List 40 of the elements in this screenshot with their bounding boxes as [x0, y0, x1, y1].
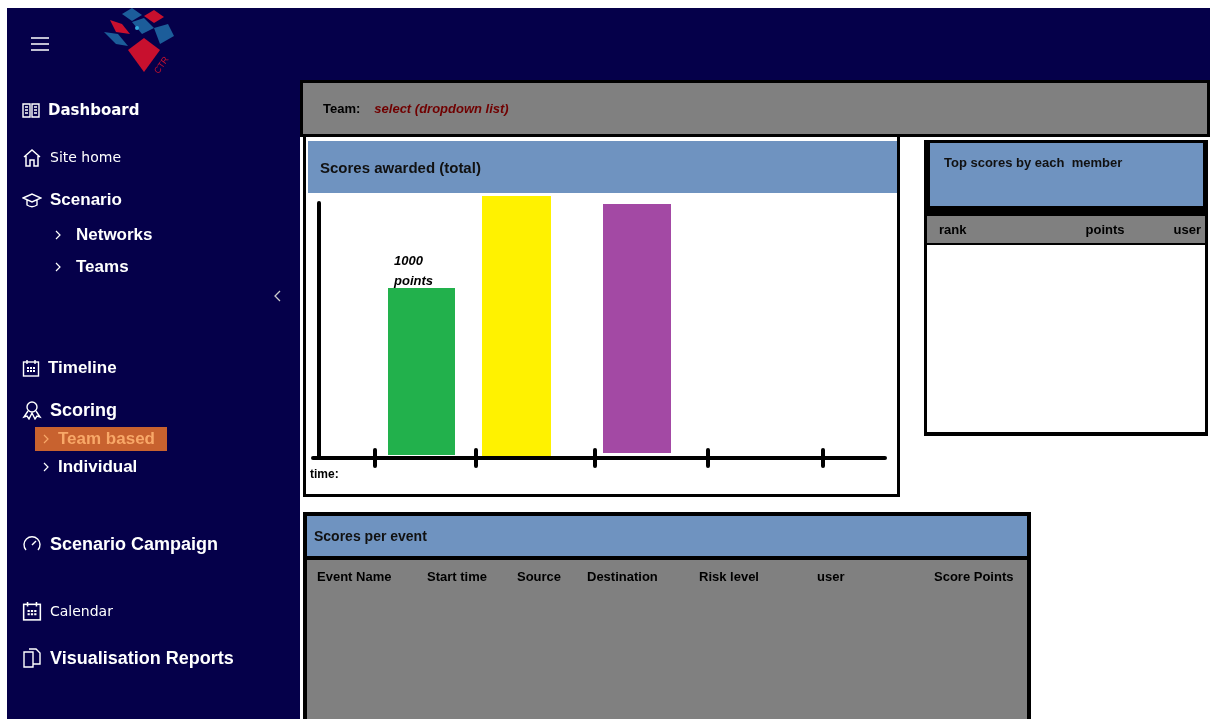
sidebar-item[interactable]: Scenario Campaign: [7, 530, 300, 558]
sidebar-item[interactable]: Calendar: [7, 597, 300, 625]
graduation-cap-icon: [22, 192, 42, 208]
column-header: user: [817, 569, 845, 584]
panel-title: Scores per event: [307, 516, 1027, 560]
sidebar-subitem[interactable]: Networks: [55, 223, 153, 247]
panel-title: Top scores by each member: [930, 143, 1203, 206]
collapse-icon[interactable]: [274, 290, 282, 302]
sidebar-subitem[interactable]: Individual: [35, 455, 150, 479]
bar-label: 1000 points: [394, 252, 434, 290]
award-icon: [22, 400, 42, 420]
chevron-right-icon: [43, 434, 50, 444]
document-icon: [22, 648, 42, 668]
axis-label: time:: [310, 467, 339, 481]
book-icon: [22, 101, 40, 119]
column-header: points: [1085, 222, 1125, 237]
column-header: Start time: [427, 569, 487, 584]
sidebar-item[interactable]: Scenario: [7, 186, 300, 214]
sidebar-item[interactable]: Timeline: [7, 354, 300, 382]
sidebar-item[interactable]: Scoring: [7, 396, 300, 424]
column-header: user: [1173, 222, 1201, 237]
team-label: Team:: [323, 101, 361, 116]
sidebar-subitem[interactable]: Teams: [55, 255, 129, 279]
home-icon: [22, 147, 42, 167]
column-header: Score Points: [934, 569, 1014, 584]
chevron-right-icon: [55, 262, 62, 272]
calendar-icon: [22, 359, 40, 377]
menu-icon[interactable]: [31, 37, 49, 51]
sidebar-item[interactable]: Site home: [7, 143, 300, 171]
chevron-right-icon: [43, 462, 50, 472]
column-header: Destination: [587, 569, 658, 584]
chart-title: Scores awarded (total): [308, 141, 897, 193]
calendar-icon: [22, 601, 42, 621]
column-header: Risk level: [699, 569, 759, 584]
column-header: Source: [517, 569, 562, 584]
chevron-right-icon: [55, 230, 62, 240]
sidebar-item[interactable]: Dashboard: [7, 96, 300, 124]
sidebar-item[interactable]: Visualisation Reports: [7, 644, 300, 672]
column-header: Event Name: [317, 569, 392, 584]
column-header: rank: [939, 222, 967, 237]
